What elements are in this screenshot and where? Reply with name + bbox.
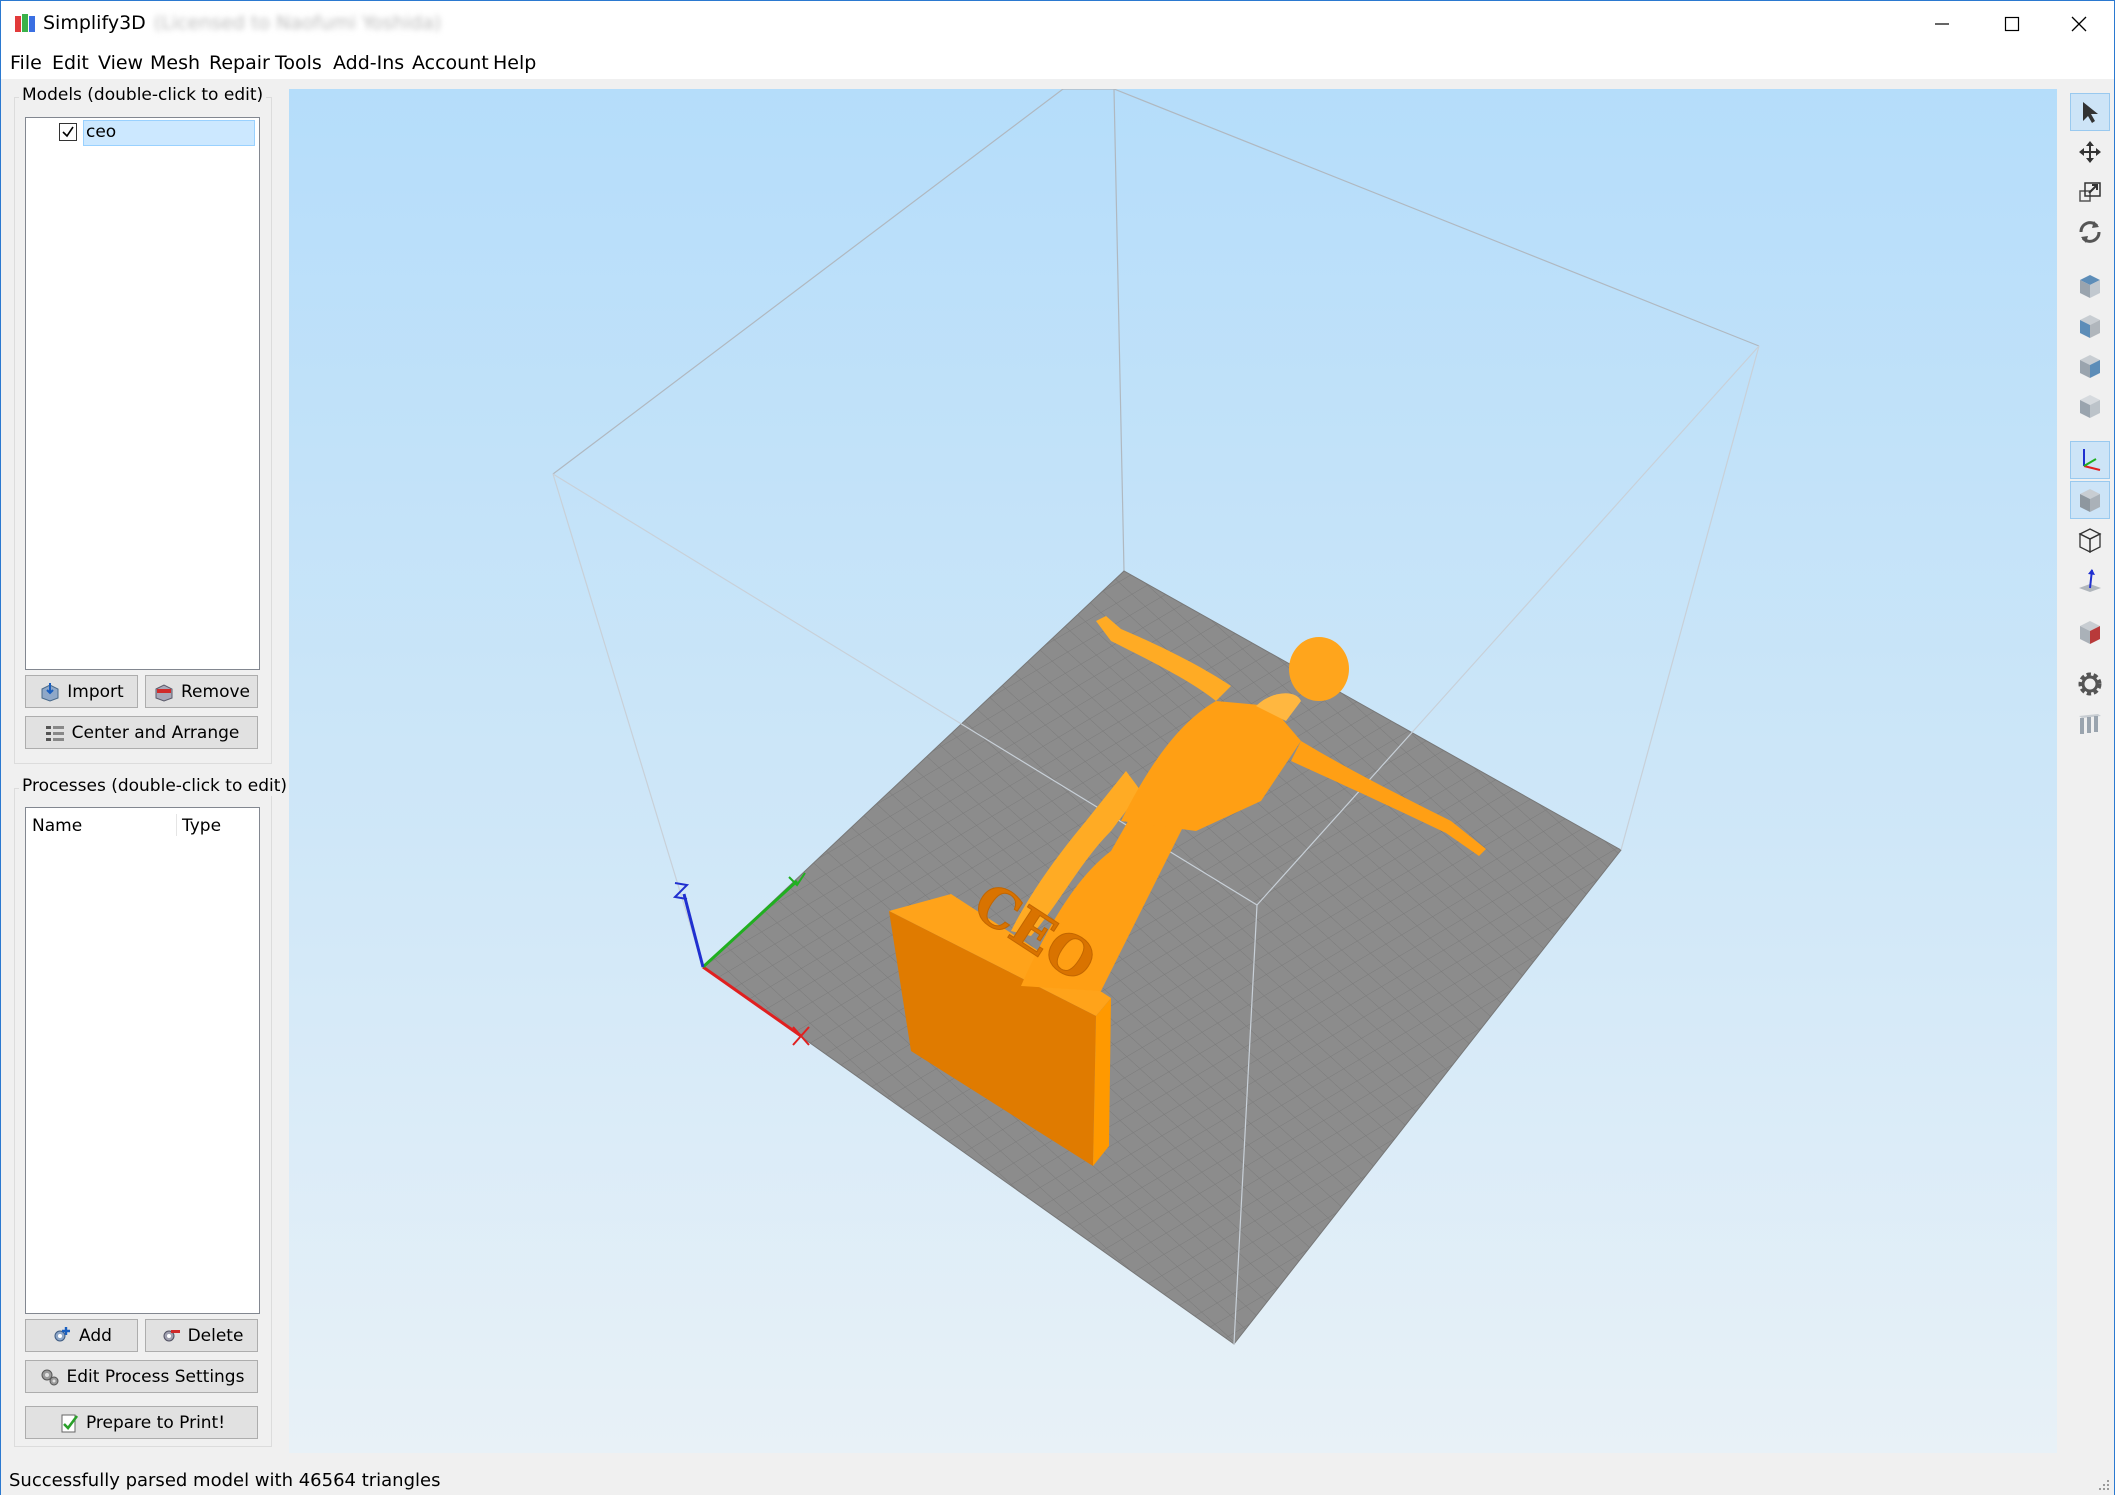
- remove-button[interactable]: Remove: [145, 675, 258, 708]
- rotate-tool-button[interactable]: [2070, 213, 2110, 251]
- center-and-arrange-button[interactable]: Center and Arrange: [25, 716, 258, 749]
- edit-process-settings-label: Edit Process Settings: [66, 1366, 245, 1387]
- menu-account[interactable]: Account: [412, 52, 489, 74]
- cross-section-button[interactable]: [2070, 613, 2110, 651]
- menu-edit[interactable]: Edit: [52, 52, 89, 74]
- column-header-type[interactable]: Type: [182, 816, 221, 836]
- remove-label: Remove: [181, 681, 250, 702]
- processes-list-header: Name Type: [26, 808, 259, 842]
- scene: CEO: [552, 89, 1760, 1345]
- select-cursor-icon: [2083, 102, 2098, 123]
- view-side-icon: [2080, 355, 2100, 378]
- view-front-icon: [2080, 315, 2100, 338]
- solid-view-icon: [2080, 489, 2100, 512]
- scale-icon: [2079, 182, 2101, 202]
- menu-repair[interactable]: Repair: [209, 52, 270, 74]
- title-bar[interactable]: Simplify3D (Licensed to Naofumi Yoshida): [1, 1, 2114, 47]
- model-checkbox[interactable]: [59, 123, 77, 141]
- view-iso-button[interactable]: [2070, 387, 2110, 425]
- menu-help[interactable]: Help: [493, 52, 536, 74]
- right-toolbar: [2067, 89, 2113, 1453]
- wireframe-view-button[interactable]: [2070, 521, 2110, 559]
- add-process-button[interactable]: Add: [25, 1319, 138, 1352]
- supports-button[interactable]: [2070, 705, 2110, 743]
- model-name: ceo: [86, 122, 117, 142]
- window-title: Simplify3D (Licensed to Naofumi Yoshida): [43, 12, 441, 34]
- axes-toggle-icon: [2083, 449, 2101, 471]
- view-front-button[interactable]: [2070, 307, 2110, 345]
- models-group-title: Models (double-click to edit): [19, 85, 267, 105]
- app-window: Simplify3D (Licensed to Naofumi Yoshida) …: [0, 0, 2115, 1495]
- status-bar: Successfully parsed model with 46564 tri…: [1, 1465, 2114, 1495]
- minimize-icon: [1935, 23, 1949, 25]
- menu-add-ins[interactable]: Add-Ins: [333, 52, 404, 74]
- view-top-icon: [2080, 275, 2100, 298]
- cross-section-icon: [2080, 621, 2100, 644]
- prepare-print-icon: [61, 1414, 78, 1432]
- delete-process-icon: [163, 1329, 180, 1341]
- 3d-viewport[interactable]: CEO: [289, 89, 2057, 1453]
- import-label: Import: [67, 681, 124, 702]
- menu-tools[interactable]: Tools: [275, 52, 322, 74]
- close-icon: [2071, 16, 2087, 32]
- menu-mesh[interactable]: Mesh: [150, 52, 200, 74]
- checkmark-icon: [62, 126, 74, 138]
- maximize-icon: [2004, 16, 2020, 32]
- edit-process-settings-button[interactable]: Edit Process Settings: [25, 1360, 258, 1393]
- column-header-name[interactable]: Name: [32, 816, 82, 836]
- supports-icon: [2079, 714, 2101, 734]
- import-icon: [41, 682, 59, 702]
- license-text: (Licensed to Naofumi Yoshida): [153, 12, 442, 34]
- wireframe-view-icon: [2078, 528, 2102, 554]
- menu-bar: File Edit View Mesh Repair Tools Add-Ins…: [1, 47, 2114, 79]
- arrange-icon: [45, 725, 64, 741]
- view-side-button[interactable]: [2070, 347, 2110, 385]
- print-bed: [702, 570, 1622, 1345]
- column-divider[interactable]: [176, 814, 177, 836]
- settings-button[interactable]: [2070, 665, 2110, 703]
- view-top-button[interactable]: [2070, 267, 2110, 305]
- center-and-arrange-label: Center and Arrange: [71, 722, 240, 743]
- add-process-icon: [54, 1326, 71, 1341]
- axes-toggle-button[interactable]: [2070, 441, 2110, 479]
- close-button[interactable]: [2044, 1, 2114, 47]
- import-button[interactable]: Import: [25, 675, 138, 708]
- app-name: Simplify3D: [43, 12, 146, 34]
- menu-view[interactable]: View: [98, 52, 143, 74]
- status-text: Successfully parsed model with 46564 tri…: [9, 1470, 441, 1491]
- models-list[interactable]: ceo: [25, 117, 260, 670]
- gears-icon: [41, 1369, 59, 1385]
- normals-icon: [2079, 569, 2101, 592]
- delete-process-label: Delete: [187, 1325, 244, 1346]
- build-volume-back: [552, 89, 1760, 572]
- move-tool-button[interactable]: [2070, 133, 2110, 171]
- view-iso-icon: [2080, 395, 2100, 418]
- move-icon: [2079, 141, 2101, 163]
- resize-grip-icon[interactable]: [2098, 1479, 2110, 1491]
- prepare-to-print-label: Prepare to Print!: [85, 1412, 226, 1433]
- normals-button[interactable]: [2070, 561, 2110, 599]
- delete-process-button[interactable]: Delete: [145, 1319, 258, 1352]
- remove-icon: [155, 683, 173, 702]
- settings-gear-icon: [2078, 672, 2102, 696]
- prepare-to-print-button[interactable]: Prepare to Print!: [25, 1406, 258, 1439]
- simplify3d-logo-icon: [15, 14, 35, 32]
- scale-tool-button[interactable]: [2070, 173, 2110, 211]
- rotate-icon: [2079, 221, 2101, 243]
- solid-view-button[interactable]: [2070, 481, 2110, 519]
- add-process-label: Add: [79, 1325, 112, 1346]
- processes-list[interactable]: Name Type: [25, 807, 260, 1314]
- maximize-button[interactable]: [1977, 1, 2047, 47]
- minimize-button[interactable]: [1907, 1, 1977, 47]
- select-tool-button[interactable]: [2070, 93, 2110, 131]
- processes-group-title: Processes (double-click to edit): [19, 776, 291, 796]
- menu-file[interactable]: File: [10, 52, 42, 74]
